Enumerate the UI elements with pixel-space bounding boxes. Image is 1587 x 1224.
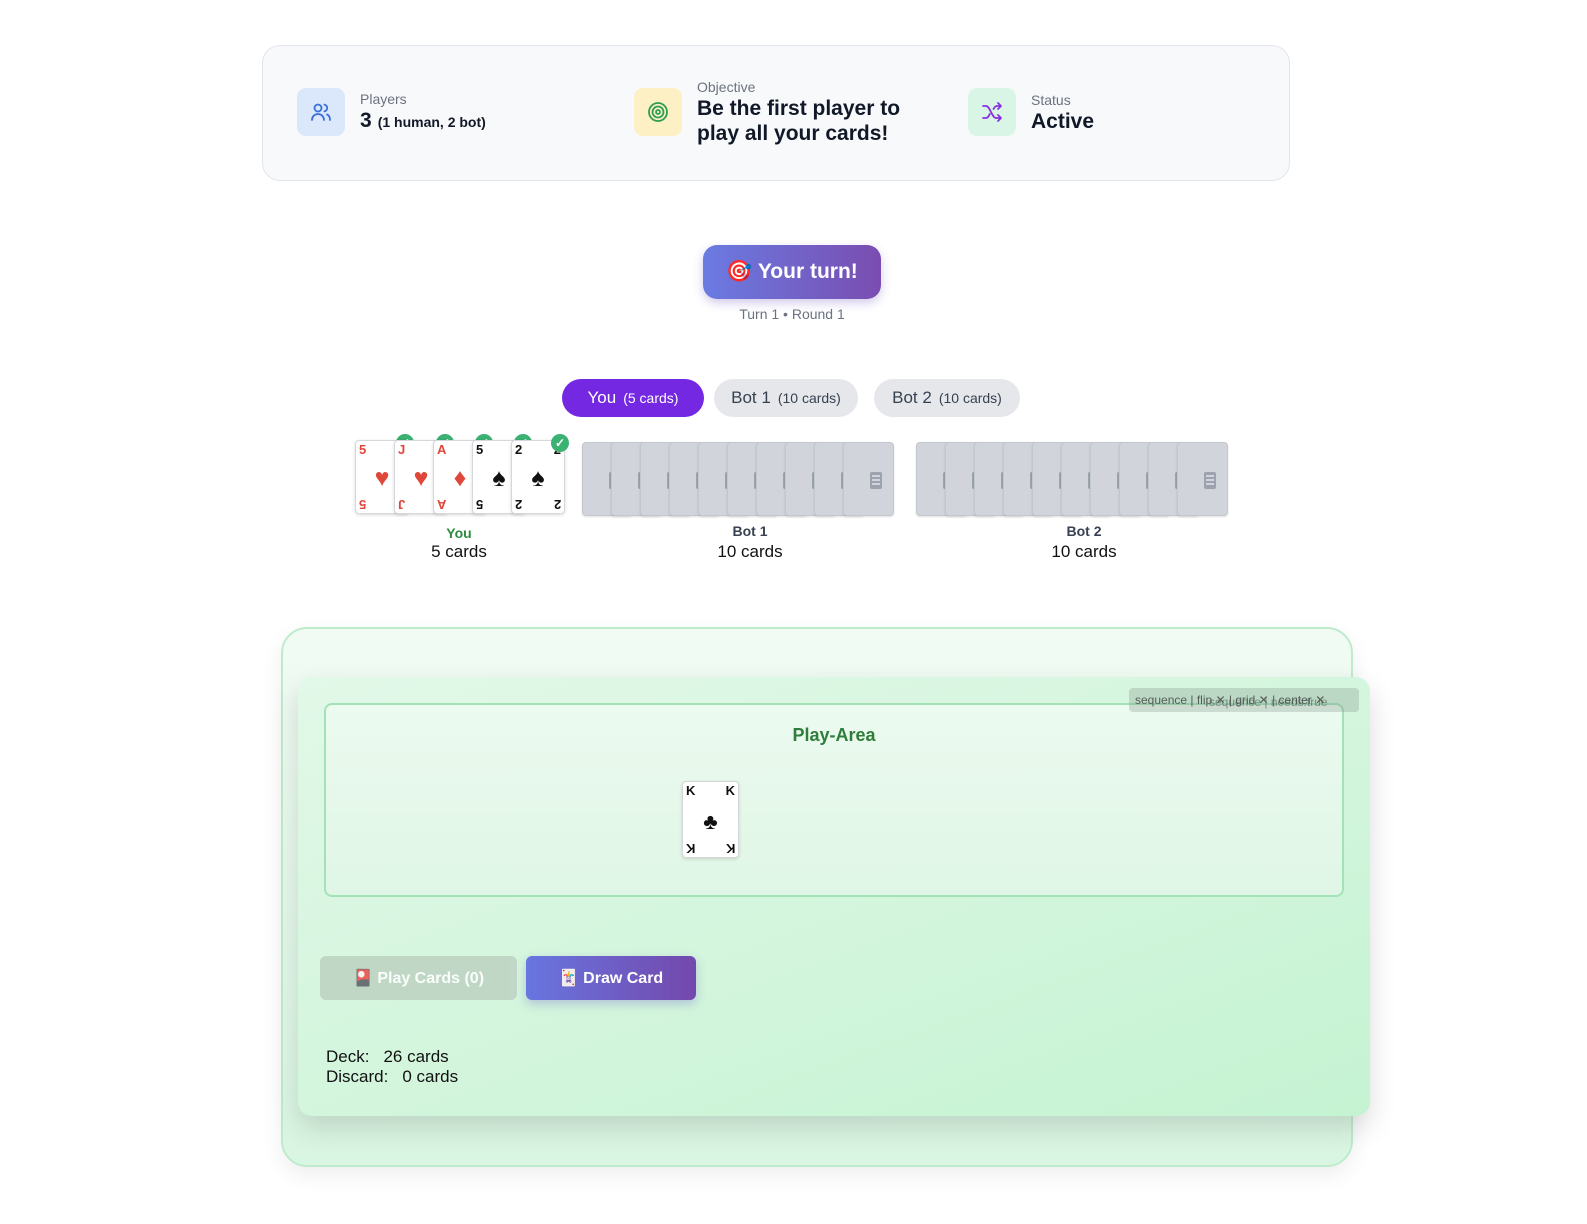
status-value: Active [1031, 109, 1095, 133]
objective-label: Objective [697, 79, 756, 95]
card-rank: 5 [476, 497, 484, 512]
tab-bot-1[interactable]: Bot 1 (10 cards) [714, 379, 858, 417]
hand-owner-you: You [446, 525, 472, 541]
club-suit-icon: ♣ [703, 809, 718, 834]
hand-owner-bot-1: Bot 1 [732, 523, 768, 539]
turn-round-info: Turn 1 • Round 1 [739, 306, 845, 322]
discard-value: 0 cards [402, 1067, 459, 1086]
card-rank: A [437, 442, 447, 457]
tab-label: Bot 1 [731, 388, 771, 407]
target-icon [634, 88, 682, 136]
card-rank: J [398, 497, 406, 512]
game-info-panel: Players 3 (1 human, 2 bot) Objective Be t… [262, 45, 1290, 181]
deck-value: 26 cards [383, 1047, 449, 1066]
tab-count: (10 cards) [938, 390, 1002, 406]
players-detail: (1 human, 2 bot) [377, 113, 486, 130]
card-rank: K [686, 841, 696, 856]
card-rank: 5 [476, 442, 484, 457]
card-rank: 5 [359, 442, 367, 457]
card-back-icon [1204, 472, 1216, 489]
layout-debug-tag: sequence | flip ✕ | grid ✕ | center ✕ se… [1129, 688, 1359, 712]
selected-check-icon: ✓ [551, 434, 569, 452]
players-count: 3 [360, 108, 372, 132]
card-rank: 2 [553, 497, 561, 512]
deck-label: Deck: [326, 1047, 370, 1066]
shuffle-icon [968, 88, 1016, 136]
card-rank: J [398, 442, 406, 457]
draw-card-button[interactable]: 🃏 Draw Card [526, 956, 696, 1000]
players-label: Players [360, 90, 407, 107]
discard-label: Discard: [326, 1067, 389, 1086]
card-rank: 2 [515, 497, 523, 512]
card-rank: K [725, 783, 735, 798]
deck-count: Deck: 26 cards [326, 1047, 449, 1067]
tab-count: (10 cards) [777, 390, 841, 406]
users-icon [297, 88, 345, 136]
objective-line-2: play all your cards! [697, 122, 889, 145]
card-rank: 5 [359, 497, 367, 512]
hand-count-bot-2: 10 cards [1051, 542, 1117, 561]
objective-line-1: Be the first player to [697, 97, 901, 120]
status-label: Status [1031, 91, 1071, 108]
tab-label: Bot 2 [892, 388, 932, 407]
hand-count-bot-1: 10 cards [717, 542, 783, 561]
your-turn-banner: 🎯 Your turn! [703, 245, 881, 299]
played-card: K K ♣ K K [682, 781, 739, 858]
spade-suit-icon: ♠ [531, 464, 545, 492]
objective-info: Objective Be the first player to play al… [634, 78, 900, 146]
card-rank: K [686, 783, 696, 798]
tab-label: You [587, 388, 617, 407]
card-rank: K [725, 841, 735, 856]
play-cards-button[interactable]: 🎴 Play Cards (0) [320, 956, 517, 1000]
hand-count-you: 5 cards [431, 542, 487, 561]
discard-count: Discard: 0 cards [326, 1067, 458, 1087]
status-info: Status Active [968, 88, 1094, 136]
card-rank: 2 [515, 442, 523, 457]
play-area-title: Play-Area [792, 725, 876, 745]
card-back [843, 442, 894, 516]
card-back [1177, 442, 1228, 516]
players-info: Players 3 (1 human, 2 bot) [297, 88, 486, 136]
tab-bot-2[interactable]: Bot 2 (10 cards) [874, 379, 1020, 417]
tab-count: (5 cards) [623, 390, 679, 406]
tab-you[interactable]: You (5 cards) [562, 379, 704, 417]
card-rank: A [437, 497, 447, 512]
card-back-icon [870, 472, 882, 489]
debug-tag-ghost-text: sequence | needs:true [1209, 695, 1328, 709]
play-area[interactable]: Play-Area K K ♣ K K [324, 703, 1344, 897]
hand-owner-bot-2: Bot 2 [1066, 523, 1102, 539]
